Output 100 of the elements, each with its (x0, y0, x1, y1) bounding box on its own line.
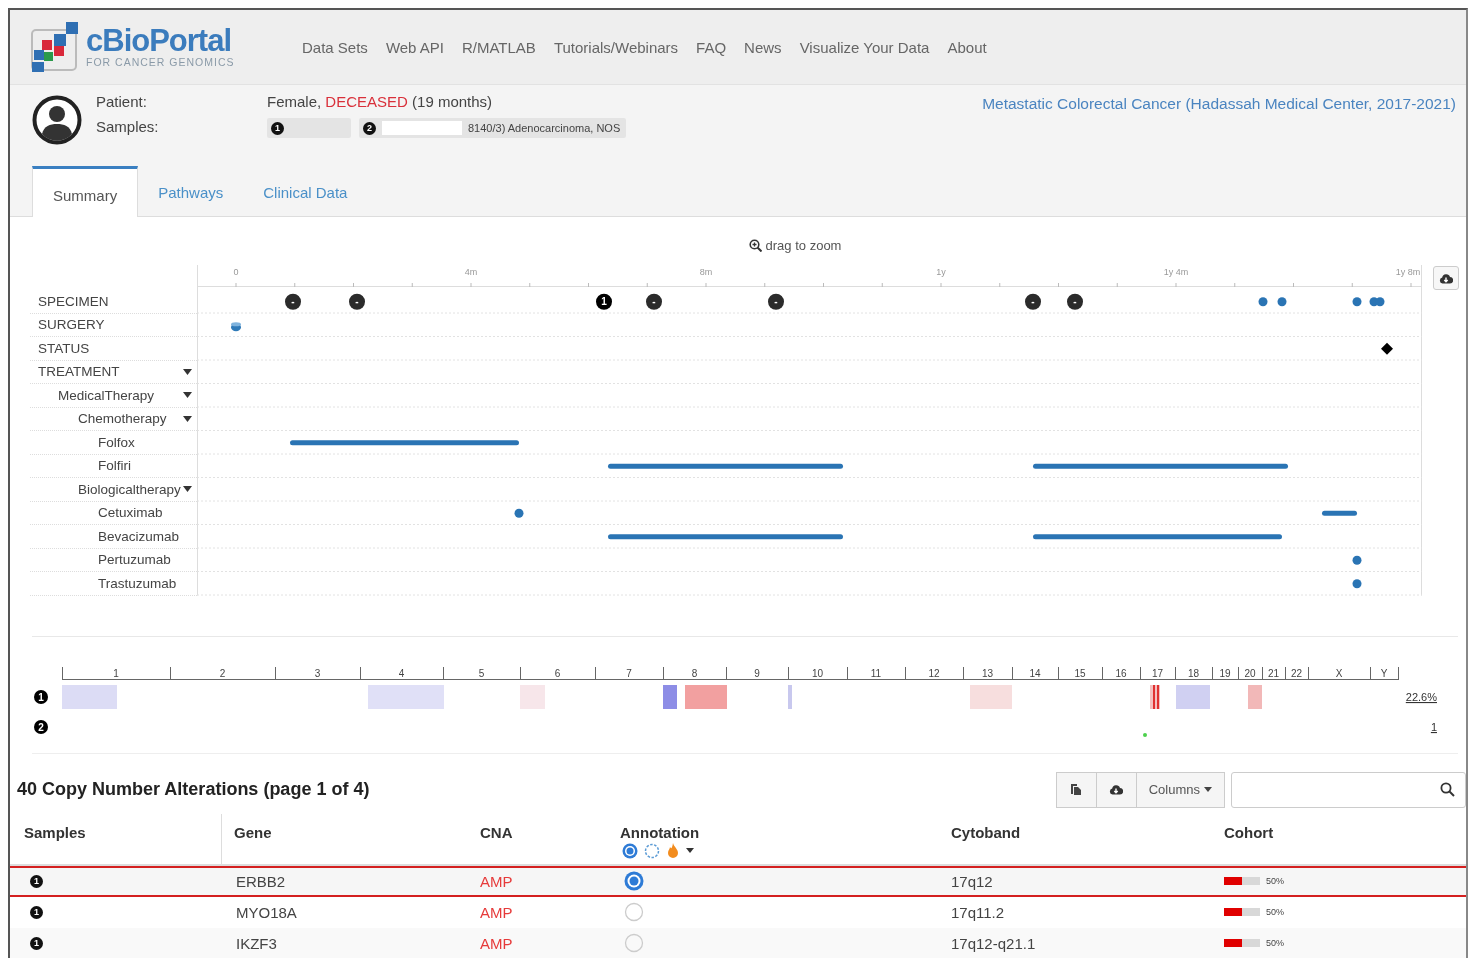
caret-icon[interactable] (183, 415, 192, 422)
treatment-bar[interactable] (290, 440, 519, 446)
specimen-marker[interactable]: - (349, 293, 365, 310)
sample-chip[interactable]: 1 (267, 118, 351, 138)
chromosome-label: 13 (981, 667, 994, 679)
cohort-bar (1224, 939, 1260, 947)
surgery-icon[interactable] (231, 322, 241, 332)
sample-badge: 1 (34, 689, 48, 704)
cytoband-value: 17q12 (951, 872, 993, 890)
caret-icon[interactable] (686, 848, 694, 853)
axis-tick-label: 1y 8m (1395, 267, 1421, 277)
chromosome-label: 12 (928, 667, 940, 679)
patient-summary: Female, DECEASED (19 months) (267, 93, 494, 110)
specimen-marker[interactable]: - (768, 293, 784, 310)
chromosome-label: 8 (691, 667, 698, 679)
genome-summary-value[interactable]: 1 (1430, 720, 1437, 733)
track-label: Pertuzumab (97, 552, 171, 568)
chromosome-label: 20 (1244, 667, 1256, 679)
caret-icon[interactable] (183, 368, 192, 375)
caret-icon[interactable] (183, 486, 192, 493)
chromosome-label: 19 (1219, 667, 1231, 679)
clipboard-icon (1070, 783, 1083, 796)
specimen-marker[interactable]: - (285, 293, 301, 310)
event-dot[interactable] (1375, 297, 1385, 307)
logo-title[interactable]: cBioPortal (86, 26, 235, 56)
status-diamond-icon[interactable] (1381, 342, 1393, 355)
track-label: Trastuzumab (97, 575, 177, 591)
tab[interactable]: Summary (32, 166, 139, 217)
axis-tick-label: 4m (464, 267, 478, 277)
columns-dropdown[interactable]: Columns (1135, 771, 1225, 808)
treatment-bar[interactable] (1033, 463, 1288, 469)
track-label: Cetuximab (97, 505, 163, 521)
cytoband-value: 17q11.2 (951, 903, 1005, 921)
event-dot[interactable] (1352, 579, 1362, 589)
event-dot[interactable] (1352, 555, 1362, 565)
axis-tick-label: 0 (233, 267, 239, 277)
event-dot[interactable] (1258, 297, 1268, 307)
nav-link[interactable]: Tutorials/Webinars (553, 38, 679, 56)
download-button[interactable] (1095, 771, 1137, 808)
nav-link[interactable]: R/MATLAB (461, 38, 536, 56)
treatment-bar[interactable] (608, 463, 843, 469)
nav-link[interactable]: Data Sets (302, 38, 368, 56)
event-dot[interactable] (1277, 297, 1287, 307)
nav-link[interactable]: FAQ (696, 38, 727, 56)
samples-label: Samples: (96, 118, 160, 137)
chromosome-label: 7 (626, 667, 632, 679)
chromosome-label: 10 (811, 667, 824, 679)
search-icon (1440, 782, 1455, 797)
chromosome-label: 17 (1151, 667, 1164, 679)
download-button[interactable] (1433, 266, 1459, 290)
patient-label: Patient: (96, 93, 148, 110)
specimen-marker[interactable]: 1 (596, 293, 612, 310)
chromosome-label: 14 (1029, 667, 1041, 679)
track-label: Folfiri (97, 458, 131, 474)
dashed-circle-icon[interactable] (644, 842, 660, 859)
mutation-dot (1143, 732, 1147, 737)
gene-name[interactable]: IKZF3 (236, 934, 277, 952)
treatment-bar[interactable] (1033, 534, 1282, 540)
sample-badge: 1 (30, 936, 43, 950)
chromosome-label: 15 (1074, 667, 1086, 679)
cohort-bar (1224, 877, 1260, 885)
sample-badge: 1 (271, 121, 284, 135)
chromosome-label: 2 (219, 667, 226, 679)
study-link[interactable]: Metastatic Colorectal Cancer (Hadassah Medical Center, 2017-2021) (982, 95, 1456, 165)
target-icon[interactable] (624, 871, 644, 891)
track-label: Folfox (97, 434, 135, 450)
copy-button[interactable] (1055, 771, 1097, 808)
cohort-percent: 50% (1266, 938, 1284, 948)
treatment-bar[interactable] (1322, 510, 1357, 516)
logo-subtitle: FOR CANCER GENOMICS (86, 56, 235, 68)
event-dot[interactable] (514, 508, 524, 518)
cohort-percent: 50% (1266, 876, 1284, 886)
nav-link[interactable]: Web API (385, 38, 444, 56)
specimen-marker[interactable]: - (1025, 293, 1041, 310)
nav-link[interactable]: Visualize Your Data (799, 38, 930, 56)
logo-icon[interactable] (30, 22, 80, 72)
treatment-bar[interactable] (608, 534, 843, 540)
nav-link[interactable]: News (744, 38, 782, 56)
specimen-marker[interactable]: - (646, 293, 662, 310)
column-header[interactable]: Annotation (620, 823, 940, 841)
sample-badge: 1 (30, 874, 43, 888)
chromosome-label: 5 (478, 667, 485, 679)
cytoband-value: 17q12-q21.1 (951, 934, 1036, 952)
chromosome-label: 21 (1267, 667, 1280, 679)
chromosome-label: 22 (1290, 667, 1303, 679)
target-icon[interactable] (622, 842, 638, 859)
gene-name[interactable]: ERBB2 (236, 872, 286, 890)
gene-name[interactable]: MYO18A (236, 903, 297, 921)
nav-link[interactable]: About (947, 38, 987, 56)
event-dot[interactable] (1352, 297, 1362, 307)
specimen-marker[interactable]: - (1067, 293, 1083, 310)
search-field[interactable] (1231, 771, 1466, 808)
genome-summary-value[interactable]: 22.6% (1405, 690, 1437, 703)
cloud-download-icon (1439, 272, 1453, 284)
caret-icon[interactable] (183, 392, 192, 399)
zoom-icon (748, 238, 762, 252)
axis-tick-label: 1y 4m (1163, 267, 1189, 277)
sample-chip[interactable]: 2 8140/3) Adenocarcinoma, NOS (359, 118, 627, 138)
track-label: Chemotherapy (77, 411, 167, 427)
sample-badge: 2 (34, 719, 48, 734)
